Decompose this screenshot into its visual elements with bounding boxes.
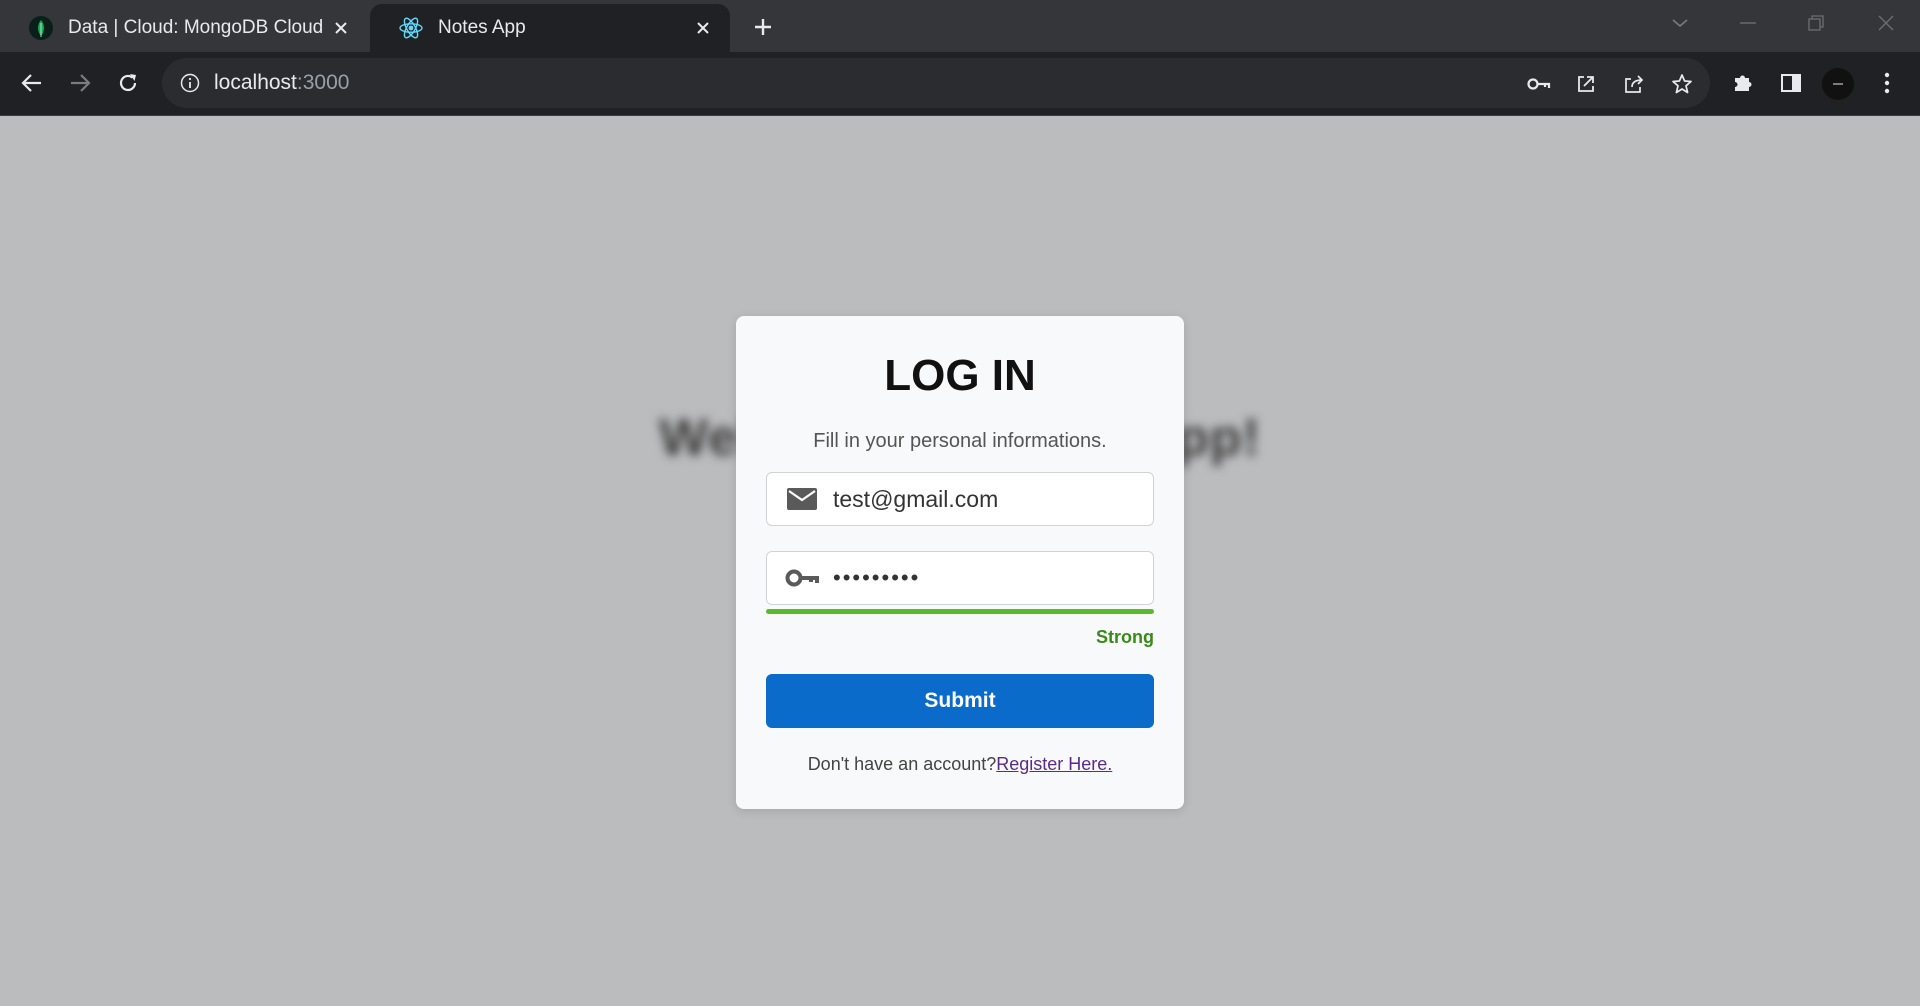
side-panel-icon[interactable] [1775,67,1807,99]
password-value: ••••••••• [833,565,921,590]
minimize-icon[interactable] [1728,8,1768,38]
tab-search-chevron-icon[interactable] [1660,8,1700,38]
login-card: LOG IN Fill in your personal information… [736,316,1184,809]
browser-titlebar: Data | Cloud: MongoDB Cloud Notes App [0,0,1920,52]
bookmark-star-icon[interactable] [1669,71,1695,97]
address-bar[interactable]: localhost:3000 [162,58,1710,108]
register-link[interactable]: Register Here. [996,754,1112,774]
email-field[interactable]: test@gmail.com [766,472,1154,526]
mongodb-leaf-icon [28,15,54,41]
login-title: LOG IN [884,351,1036,400]
close-icon[interactable] [692,17,714,39]
menu-dots-icon[interactable] [1871,67,1903,99]
envelope-icon [785,486,819,512]
toolbar-divider [0,115,1920,116]
close-icon[interactable] [330,17,352,39]
react-icon [398,15,424,41]
password-strength-label: Strong [1096,627,1154,647]
login-subtitle: Fill in your personal informations. [813,430,1107,452]
back-arrow-icon[interactable] [14,65,50,101]
register-prompt-text: Don't have an account? [807,754,997,774]
register-prompt: Don't have an account?Register Here. [736,754,1184,775]
submit-button[interactable]: Submit [766,674,1154,728]
new-tab-button[interactable] [748,12,778,42]
email-value: test@gmail.com [833,485,999,512]
site-info-icon[interactable] [178,71,202,95]
restore-icon[interactable] [1796,8,1836,38]
forward-arrow-icon[interactable] [62,65,98,101]
share-icon[interactable] [1621,71,1647,97]
window-close-icon[interactable] [1866,8,1906,38]
browser-toolbar: localhost:3000 [0,52,1920,115]
profile-avatar[interactable] [1822,68,1854,100]
key-icon [785,565,819,591]
password-field[interactable]: ••••••••• [766,551,1154,605]
tab-mongodb[interactable]: Data | Cloud: MongoDB Cloud [0,4,368,52]
tab-title: Notes App [438,17,526,38]
extensions-puzzle-icon[interactable] [1727,67,1759,99]
reload-icon[interactable] [110,65,146,101]
password-strength-bar [766,609,1154,614]
tab-notes-app[interactable]: Notes App [370,4,730,52]
password-key-icon[interactable] [1526,71,1552,97]
open-in-app-icon[interactable] [1573,71,1599,97]
url-text: localhost:3000 [214,71,350,94]
tab-title: Data | Cloud: MongoDB Cloud [68,17,324,38]
